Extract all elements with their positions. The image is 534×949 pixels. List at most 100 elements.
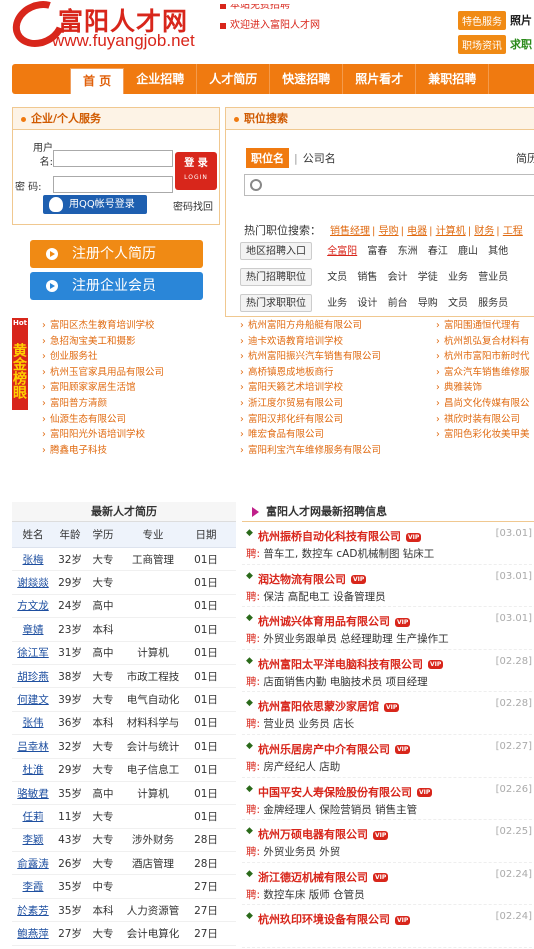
- resume-name[interactable]: 骆敏君: [12, 786, 54, 801]
- resume-name[interactable]: 吕幸林: [12, 739, 54, 754]
- toplink-text[interactable]: 照片: [510, 12, 532, 28]
- toplink-text[interactable]: 求职: [510, 36, 532, 52]
- job-positions[interactable]: 聘: 数控车床 版师 仓管员: [246, 887, 365, 902]
- position-link[interactable]: 前台: [388, 298, 408, 309]
- hot-word-link[interactable]: 销售经理: [330, 226, 370, 237]
- featured-company-link[interactable]: 典雅装饰: [436, 380, 530, 396]
- job-company-link[interactable]: 杭州振桥自动化科技有限公司 VIP: [246, 528, 422, 544]
- position-link[interactable]: 学徒: [418, 272, 438, 283]
- search-input[interactable]: [244, 174, 534, 196]
- region-link[interactable]: 富春: [367, 246, 387, 257]
- resume-name[interactable]: 何建文: [12, 692, 54, 707]
- hot-seeking-button[interactable]: 热门求职职位: [240, 294, 312, 312]
- job-company-link[interactable]: 中国平安人寿保险股份有限公司 VIP: [246, 784, 433, 800]
- featured-company-link[interactable]: 昌尚文化传媒有限公: [436, 396, 530, 412]
- login-button[interactable]: 登 录 LOGIN: [175, 152, 217, 190]
- resume-name[interactable]: 章婧: [12, 622, 54, 637]
- resume-row[interactable]: 何建文 39岁 大专 电气自动化 01日: [12, 688, 236, 712]
- hot-word-link[interactable]: 计算机: [436, 226, 466, 237]
- job-company-link[interactable]: 润达物流有限公司 VIP: [246, 571, 367, 587]
- position-link[interactable]: 文员: [448, 298, 468, 309]
- resume-name[interactable]: 李颖: [12, 832, 54, 847]
- hot-hiring-button[interactable]: 热门招聘职位: [240, 268, 312, 286]
- resume-row[interactable]: 方文龙 24岁 高中 01日: [12, 595, 236, 619]
- featured-company-link[interactable]: 急招淘宝美工和摄影: [42, 334, 164, 350]
- resume-row[interactable]: 李霞 35岁 中专 27日: [12, 875, 236, 899]
- position-link[interactable]: 业务: [327, 298, 347, 309]
- resume-name[interactable]: 徐江军: [12, 645, 54, 660]
- resume-name[interactable]: 於素芳: [12, 903, 54, 918]
- password-input[interactable]: [53, 176, 173, 193]
- featured-company-link[interactable]: 高桥镇恩成地板商行: [240, 365, 381, 381]
- featured-company-link[interactable]: 富阳汉邦化纤有限公司: [240, 412, 381, 428]
- job-company-link[interactable]: 杭州富阳依思蒙沙家居馆 VIP: [246, 698, 400, 714]
- hot-word-link[interactable]: 电器: [407, 226, 427, 237]
- register-company-button[interactable]: 注册企业会员: [30, 272, 203, 300]
- featured-company-link[interactable]: 杭州玉官家具用品有限公司: [42, 365, 164, 381]
- region-link[interactable]: 东洲: [398, 246, 418, 257]
- username-input[interactable]: [53, 150, 173, 167]
- position-link[interactable]: 服务员: [478, 298, 508, 309]
- resume-name[interactable]: 谢燚燚: [12, 575, 54, 590]
- forgot-password-link[interactable]: 密码找回: [173, 198, 213, 213]
- nav-home[interactable]: 首 页: [70, 68, 125, 94]
- position-link[interactable]: 营业员: [478, 272, 508, 283]
- job-positions[interactable]: 聘: 保洁 高配电工 设备管理员: [246, 589, 386, 604]
- resume-name[interactable]: 鲍燕萍: [12, 926, 54, 941]
- job-company-link[interactable]: 杭州乐居房产中介有限公司 VIP: [246, 741, 411, 757]
- qq-login-button[interactable]: 用QQ帐号登录: [43, 195, 147, 214]
- position-link[interactable]: 文员: [327, 272, 347, 283]
- region-link[interactable]: 其他: [488, 246, 508, 257]
- job-positions[interactable]: 聘: 店面销售内勤 电脑技术员 项目经理: [246, 674, 428, 689]
- nav-company-jobs[interactable]: 企业招聘: [124, 64, 198, 94]
- resume-name[interactable]: 杜淮: [12, 762, 54, 777]
- job-company-link[interactable]: 杭州万硕电器有限公司 VIP: [246, 826, 389, 842]
- hot-word-link[interactable]: 导购: [379, 226, 399, 237]
- resume-name[interactable]: 俞露涛: [12, 856, 54, 871]
- featured-company-link[interactable]: 杭州富阳方舟船艇有限公司: [240, 318, 381, 334]
- tab-job-name[interactable]: 职位名: [246, 148, 289, 168]
- job-positions[interactable]: 聘: 外贸业务跟单员 总经理助理 生产操作工: [246, 631, 449, 646]
- resume-row[interactable]: 吕幸林 32岁 大专 会计与统计 01日: [12, 735, 236, 759]
- job-positions[interactable]: 聘: 外贸业务员 外贸: [246, 844, 340, 859]
- job-positions[interactable]: 聘: 房产经纪人 店助: [246, 759, 340, 774]
- tab-resume[interactable]: 简历: [516, 150, 534, 166]
- notice-line[interactable]: 欢迎进入富阳人才网: [220, 16, 440, 36]
- job-company-link[interactable]: 杭州富阳太平洋电脑科技有限公司 VIP: [246, 656, 444, 672]
- resume-name[interactable]: 张梅: [12, 552, 54, 567]
- featured-company-link[interactable]: 腾鑫电子科技: [42, 443, 164, 459]
- resume-row[interactable]: 徐江军 31岁 高中 计算机 01日: [12, 642, 236, 665]
- featured-company-link[interactable]: 富阳顾家家居生活馆: [42, 380, 164, 396]
- featured-company-link[interactable]: 富阳利宝汽车维修服务有限公司: [240, 443, 381, 459]
- hot-word-link[interactable]: 财务: [474, 226, 494, 237]
- toplink-row[interactable]: 特色服务 照片: [458, 8, 534, 32]
- job-positions[interactable]: 聘: 营业员 业务员 店长: [246, 716, 354, 731]
- tab-company-name[interactable]: 公司名: [303, 152, 336, 165]
- register-person-button[interactable]: 注册个人简历: [30, 240, 203, 268]
- position-link[interactable]: 导购: [418, 298, 438, 309]
- resume-name[interactable]: 李霞: [12, 879, 54, 894]
- featured-company-link[interactable]: 富众汽车销售维修服: [436, 365, 530, 381]
- position-link[interactable]: 设计: [357, 298, 377, 309]
- nav-resumes[interactable]: 人才简历: [197, 64, 271, 94]
- resume-name[interactable]: 胡珍燕: [12, 669, 54, 684]
- featured-company-link[interactable]: 杭州富阳振兴汽车销售有限公司: [240, 349, 381, 365]
- resume-row[interactable]: 李颖 43岁 大专 涉外财务 28日: [12, 829, 236, 853]
- job-company-link[interactable]: 杭州诚兴体育用品有限公司 VIP: [246, 613, 411, 629]
- featured-company-link[interactable]: 杭州市富阳市新时代: [436, 349, 530, 365]
- position-link[interactable]: 业务: [448, 272, 468, 283]
- region-link[interactable]: 春江: [428, 246, 448, 257]
- position-link[interactable]: 会计: [388, 272, 408, 283]
- featured-company-link[interactable]: 富阳普方清颜: [42, 396, 164, 412]
- featured-company-link[interactable]: 仙源生态有限公司: [42, 412, 164, 428]
- nav-quick-hire[interactable]: 快速招聘: [270, 64, 344, 94]
- featured-company-link[interactable]: 浙江度尔贸易有限公司: [240, 396, 381, 412]
- job-positions[interactable]: 聘: 金牌经理人 保险营销员 销售主管: [246, 802, 417, 817]
- featured-company-link[interactable]: 富阳阳光外语培训学校: [42, 427, 164, 443]
- job-company-link[interactable]: 杭州玖印环境设备有限公司 VIP: [246, 911, 411, 927]
- nav-photo-talent[interactable]: 照片看才: [343, 64, 417, 94]
- featured-company-link[interactable]: 富阳区杰生教育培训学校: [42, 318, 164, 334]
- resume-row[interactable]: 谢燚燚 29岁 大专 01日: [12, 571, 236, 595]
- region-entry-button[interactable]: 地区招聘入口: [240, 242, 312, 260]
- resume-name[interactable]: 方文龙: [12, 598, 54, 613]
